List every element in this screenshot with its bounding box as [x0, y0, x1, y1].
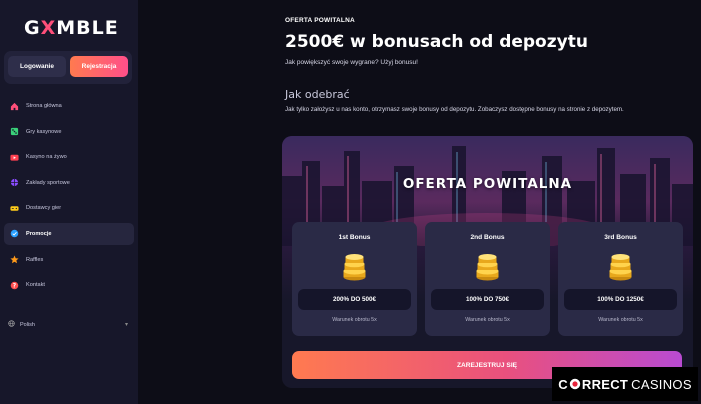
- bonus-condition: Warunek obrotu 5x: [598, 317, 643, 323]
- sidebar-item-label: Kasyno na żywo: [26, 154, 67, 161]
- sidebar-item-contact[interactable]: ? Kontakt: [4, 274, 134, 296]
- chip-icon: [569, 378, 581, 390]
- sidebar-item-raffles[interactable]: Raffles: [4, 249, 134, 271]
- register-button[interactable]: Rejestracja: [70, 56, 128, 77]
- section-title: Jak odebrać: [285, 88, 350, 101]
- bonus-card-3: 3rd Bonus 100% DO 1250€ Warunek obrotu 5…: [558, 222, 683, 336]
- home-icon: [10, 102, 19, 111]
- page-title: 2500€ w bonusach od depozytu: [285, 32, 588, 52]
- live-icon: [10, 153, 19, 162]
- bonus-offer: 100% DO 1250€: [564, 289, 677, 310]
- coins-icon: [343, 254, 366, 281]
- coins-icon: [476, 254, 499, 281]
- bonus-condition: Warunek obrotu 5x: [465, 317, 510, 323]
- bonus-card-title: 3rd Bonus: [604, 234, 637, 241]
- watermark-casinos: CASINOS: [631, 376, 692, 392]
- login-button[interactable]: Logowanie: [8, 56, 66, 77]
- bonus-card-2: 2nd Bonus 100% DO 750€ Warunek obrotu 5x: [425, 222, 550, 336]
- promo-icon: [10, 229, 19, 238]
- sidebar-item-label: Promocje: [26, 230, 52, 237]
- auth-panel: Logowanie Rejestracja: [4, 51, 132, 84]
- star-icon: [10, 255, 19, 264]
- sidebar-item-home[interactable]: Strona główna: [4, 95, 134, 117]
- dice-icon: [10, 127, 19, 136]
- logo-x: X: [40, 17, 57, 39]
- logo[interactable]: GXMBLE: [24, 17, 119, 39]
- ball-icon: [10, 178, 19, 187]
- main-content: OFERTA POWITALNA 2500€ w bonusach od dep…: [138, 0, 701, 404]
- sidebar-item-label: Kontakt: [26, 282, 45, 289]
- sidebar-item-casino-games[interactable]: Gry kasynowe: [4, 121, 134, 143]
- sidebar-item-label: Gry kasynowe: [26, 128, 62, 135]
- sidebar-item-label: Strona główna: [26, 103, 62, 109]
- watermark-logo: C RRECT CASINOS: [552, 367, 698, 401]
- language-label: Polish: [20, 321, 35, 328]
- sidebar-nav: Strona główna Gry kasynowe Kasyno na żyw…: [0, 95, 138, 300]
- watermark-rrect: RRECT: [581, 376, 629, 392]
- bonus-card-title: 1st Bonus: [338, 234, 371, 241]
- welcome-offer-banner: OFERTA POWITALNA 1st Bonus 200% DO 500€ …: [282, 136, 693, 388]
- help-icon: ?: [10, 281, 19, 290]
- eyebrow-title: OFERTA POWITALNA: [285, 17, 355, 24]
- sidebar-item-label: Zakłady sportowe: [26, 179, 70, 186]
- logo-text: G: [24, 17, 41, 39]
- bonus-card-title: 2nd Bonus: [470, 234, 505, 241]
- bonus-condition: Warunek obrotu 5x: [332, 317, 377, 323]
- sidebar-item-live-casino[interactable]: Kasyno na żywo: [4, 146, 134, 168]
- sidebar-item-label: Raffles: [26, 256, 44, 263]
- bonus-card-1: 1st Bonus 200% DO 500€ Warunek obrotu 5x: [292, 222, 417, 336]
- banner-title: OFERTA POWITALNA: [402, 176, 573, 192]
- language-selector[interactable]: Polish ▾: [8, 320, 128, 329]
- sidebar-item-label: Dostawcy gier: [26, 205, 62, 212]
- globe-icon: [8, 320, 15, 329]
- sidebar-item-providers[interactable]: Dostawcy gier: [4, 197, 134, 219]
- bonus-offer: 200% DO 500€: [298, 289, 411, 310]
- sidebar-item-sports[interactable]: Zakłady sportowe: [4, 172, 134, 194]
- watermark-c: C: [558, 376, 568, 392]
- section-text: Jak tylko założysz u nas konto, otrzymas…: [285, 106, 624, 113]
- coins-icon: [609, 254, 632, 281]
- chevron-down-icon: ▾: [124, 322, 128, 328]
- bonus-offer: 100% DO 750€: [431, 289, 544, 310]
- sidebar-item-promotions[interactable]: Promocje: [4, 222, 134, 245]
- sidebar: GXMBLE Logowanie Rejestracja Strona głów…: [0, 0, 138, 404]
- controller-icon: [10, 204, 19, 213]
- page-subtitle: Jak powiększyć swoje wygrane? Użyj bonus…: [285, 59, 418, 66]
- logo-text-rest: MBLE: [56, 17, 119, 39]
